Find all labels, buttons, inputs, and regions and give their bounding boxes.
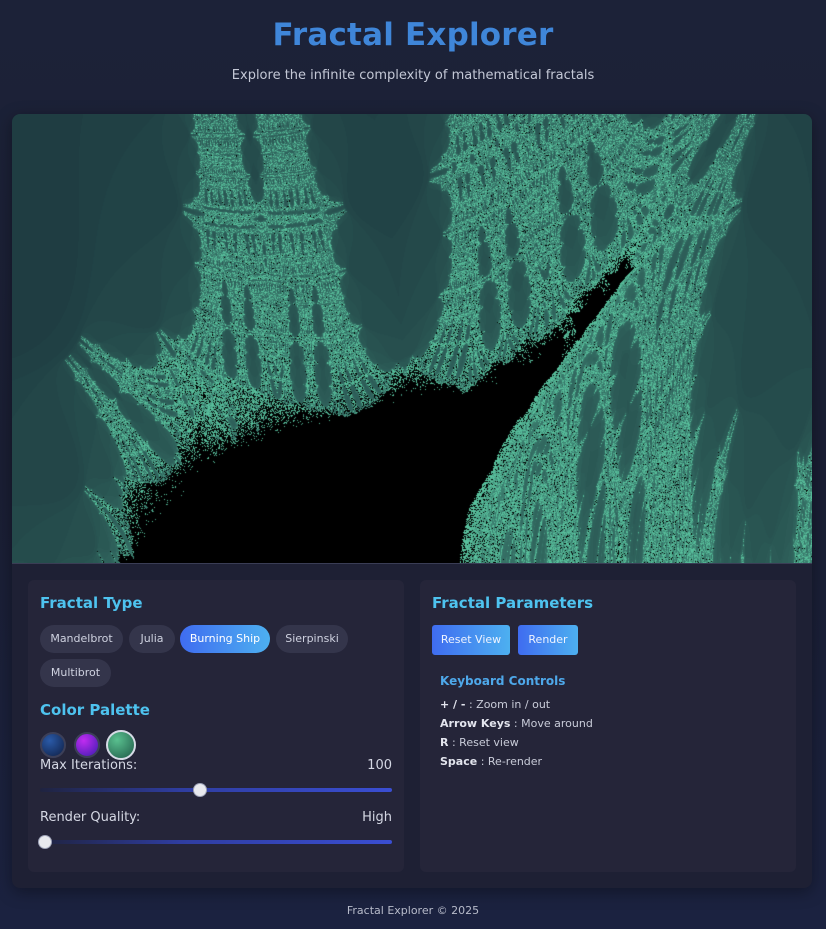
keyboard-row: R : Reset view bbox=[440, 736, 519, 749]
explorer-card: Fractal Type Mandelbrot Julia Burning Sh… bbox=[12, 114, 812, 888]
reset-view-button[interactable]: Reset View bbox=[432, 625, 510, 655]
iterations-value: 100 bbox=[367, 758, 392, 773]
parameters-title: Fractal Parameters bbox=[432, 594, 594, 612]
fractal-canvas[interactable] bbox=[12, 114, 812, 563]
parameters-panel: Fractal Parameters Reset View Render Key… bbox=[420, 580, 796, 872]
key-description: : Zoom in / out bbox=[468, 698, 551, 711]
iterations-slider-thumb[interactable] bbox=[194, 784, 207, 796]
fractal-option-mandelbrot[interactable]: Mandelbrot bbox=[40, 625, 123, 653]
keyboard-row: Space : Re-render bbox=[440, 755, 542, 768]
keyboard-controls-title: Keyboard Controls bbox=[440, 674, 566, 688]
render-button[interactable]: Render bbox=[518, 625, 578, 655]
key-name: + / - bbox=[440, 698, 466, 711]
key-name: Arrow Keys bbox=[440, 717, 511, 730]
key-name: R bbox=[440, 736, 449, 749]
color-palette-title: Color Palette bbox=[40, 701, 150, 719]
footer: Fractal Explorer © 2025 bbox=[346, 904, 480, 917]
fractal-option-sierpinski[interactable]: Sierpinski bbox=[276, 625, 348, 653]
palette-swatch-emerald[interactable] bbox=[106, 730, 136, 760]
keyboard-row: Arrow Keys : Move around bbox=[440, 717, 593, 730]
divider bbox=[12, 563, 812, 564]
iterations-label: Max Iterations: bbox=[40, 758, 138, 773]
fractal-option-julia[interactable]: Julia bbox=[129, 625, 175, 653]
fractal-option-burning-ship[interactable]: Burning Ship bbox=[180, 625, 270, 653]
iterations-slider[interactable] bbox=[40, 784, 392, 796]
key-description: : Reset view bbox=[451, 736, 519, 749]
quality-label: Render Quality: bbox=[40, 810, 141, 825]
quality-slider-thumb[interactable] bbox=[39, 836, 52, 848]
quality-value: High bbox=[362, 810, 392, 825]
page-header: Fractal Explorer Explore the infinite co… bbox=[0, 0, 826, 83]
keyboard-row: + / - : Zoom in / out bbox=[440, 698, 550, 711]
key-name: Space bbox=[440, 755, 478, 768]
quality-slider[interactable] bbox=[39, 836, 392, 848]
fractal-type-title: Fractal Type bbox=[40, 594, 143, 612]
palette-swatch-ocean[interactable] bbox=[40, 732, 66, 758]
key-description: : Re-render bbox=[480, 755, 543, 768]
controls-panel: Fractal Type Mandelbrot Julia Burning Sh… bbox=[28, 580, 404, 872]
page-title: Fractal Explorer bbox=[272, 17, 554, 53]
fractal-option-multibrot[interactable]: Multibrot bbox=[40, 659, 111, 687]
page-subtitle: Explore the infinite complexity of mathe… bbox=[231, 68, 595, 83]
key-description: : Move around bbox=[513, 717, 593, 730]
palette-swatch-violet[interactable] bbox=[74, 732, 100, 758]
